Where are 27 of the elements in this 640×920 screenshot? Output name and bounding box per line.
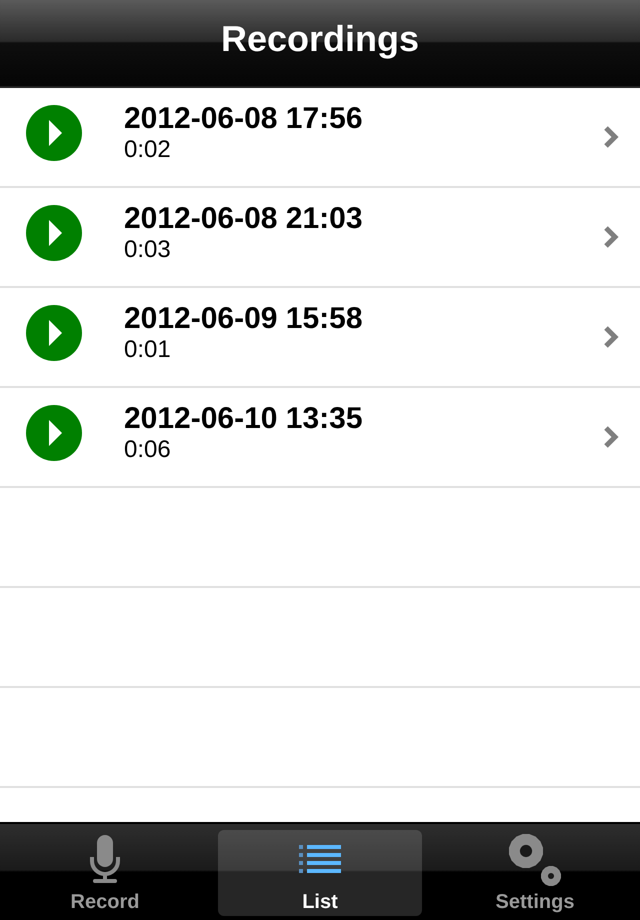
recording-row[interactable]: 2012-06-09 15:58 0:01	[0, 288, 640, 388]
list-icon	[299, 845, 341, 875]
recording-duration: 0:03	[124, 236, 172, 264]
gear-icon	[506, 832, 564, 888]
play-icon[interactable]	[26, 105, 82, 161]
play-icon[interactable]	[26, 205, 82, 261]
chevron-icon	[603, 125, 619, 149]
recording-duration: 0:02	[124, 136, 172, 164]
recording-row[interactable]: 2012-06-08 17:56 0:02	[0, 88, 640, 188]
recording-date: 2012-06-10 13:35	[124, 402, 363, 436]
navigation-title: Recordings	[220, 17, 420, 61]
recording-date: 2012-06-08 17:56	[124, 102, 363, 136]
chevron-icon	[603, 325, 619, 349]
recording-date: 2012-06-09 15:58	[124, 302, 363, 336]
tab-bar-item[interactable]: Settings	[433, 830, 637, 916]
recording-row[interactable]: 2012-06-10 13:35 0:06	[0, 388, 640, 488]
recording-duration: 0:01	[124, 336, 172, 364]
recording-date: 2012-06-08 21:03	[124, 202, 363, 236]
play-icon[interactable]	[26, 405, 82, 461]
chevron-icon	[603, 225, 619, 249]
chevron-icon	[603, 425, 619, 449]
tab-bar-item[interactable]: List	[218, 830, 422, 916]
tab-bar-item[interactable]: Record	[3, 830, 207, 916]
play-icon[interactable]	[26, 305, 82, 361]
recording-duration: 0:06	[124, 436, 172, 464]
recording-row[interactable]: 2012-06-08 21:03 0:03	[0, 188, 640, 288]
microphone-icon	[90, 835, 120, 885]
